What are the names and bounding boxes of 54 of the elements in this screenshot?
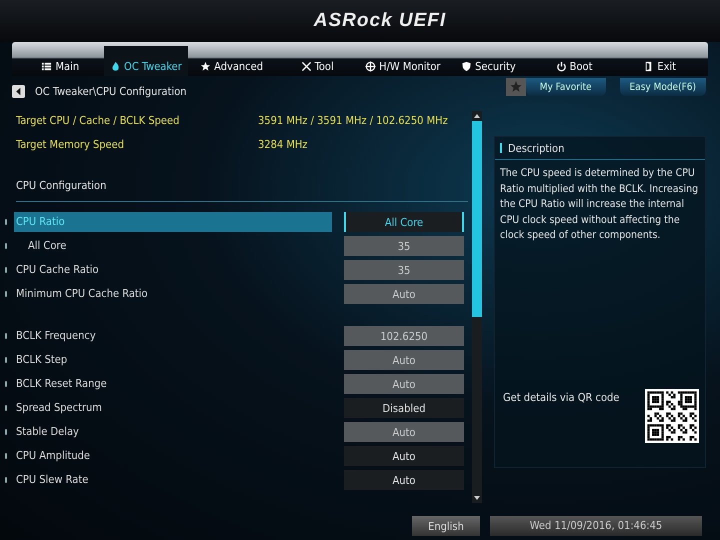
setting-label[interactable]: BCLK Frequency [14, 326, 332, 346]
scrollbar[interactable] [472, 111, 482, 503]
nav-tab[interactable]: Tool [274, 46, 360, 76]
breadcrumb: OC Tweaker\CPU Configuration [35, 84, 187, 98]
setting-value[interactable]: Auto [344, 374, 464, 394]
info-value: 3591 MHz / 3591 MHz / 102.6250 MHz [258, 114, 448, 126]
setting-value[interactable]: Auto [344, 350, 464, 370]
my-favorite-button[interactable]: My Favorite [526, 78, 606, 96]
nav-tab[interactable]: OC Tweaker [104, 46, 188, 76]
datetime: Wed 11/09/2016, 01:46:45 [490, 516, 702, 536]
nav-tab[interactable]: Boot [532, 46, 616, 76]
nav-tab[interactable]: Security [446, 46, 531, 76]
nav-tab[interactable]: Exit [617, 46, 702, 76]
setting-label[interactable]: Spread Spectrum [14, 398, 332, 418]
info-label: Target CPU / Cache / BCLK Speed [16, 114, 180, 126]
setting-value[interactable]: 102.6250 [344, 326, 464, 346]
setting-label[interactable]: All Core [14, 236, 332, 256]
description-title: Description [508, 142, 564, 154]
setting-value[interactable]: 35 [344, 236, 464, 256]
target-icon [365, 60, 376, 72]
setting-value[interactable]: Auto [344, 470, 464, 490]
language-button[interactable]: English [412, 516, 480, 536]
logo: ASRock UEFI [314, 10, 446, 32]
door-icon [643, 60, 654, 72]
setting-value[interactable]: Auto [344, 284, 464, 304]
setting-label[interactable]: Minimum CPU Cache Ratio [14, 284, 332, 304]
scroll-down-icon[interactable] [473, 494, 481, 502]
shield-icon [461, 60, 472, 72]
nav-tab[interactable]: Advanced [189, 46, 274, 76]
setting-label[interactable]: Stable Delay [14, 422, 332, 442]
back-button[interactable] [12, 84, 25, 98]
list-icon [41, 60, 52, 72]
setting-label[interactable]: CPU Slew Rate [14, 470, 332, 490]
setting-value[interactable]: Auto [344, 446, 464, 466]
description-text: The CPU speed is determined by the CPU Ratio multiplied with the BCLK. Increasing the CPU Ratio will increase the internal CPU clock speed without affecting the clock speed of other components. [499, 166, 700, 243]
section-title: CPU Configuration [16, 178, 108, 194]
setting-label[interactable]: CPU Cache Ratio [14, 260, 332, 280]
setting-label[interactable]: BCLK Reset Range [14, 374, 332, 394]
setting-label[interactable]: BCLK Step [14, 350, 332, 370]
qr-label: Get details via QR code [503, 391, 620, 404]
nav-tab[interactable]: Main [18, 46, 103, 76]
setting-label[interactable]: CPU Ratio [14, 212, 332, 232]
power-icon [556, 60, 567, 72]
setting-label[interactable]: CPU Amplitude [14, 446, 332, 466]
qr-code-icon [645, 389, 699, 443]
info-label: Target Memory Speed [16, 138, 125, 150]
setting-value[interactable]: Disabled [344, 398, 464, 418]
setting-value[interactable]: All Core [344, 212, 464, 232]
setting-value[interactable]: 35 [344, 260, 464, 280]
setting-value[interactable]: Auto [344, 422, 464, 442]
nav-tab[interactable]: H/W Monitor [360, 46, 446, 76]
info-value: 3284 MHz [258, 138, 308, 150]
star-icon [200, 60, 212, 72]
easy-mode-button[interactable]: Easy Mode(F6) [620, 78, 706, 96]
